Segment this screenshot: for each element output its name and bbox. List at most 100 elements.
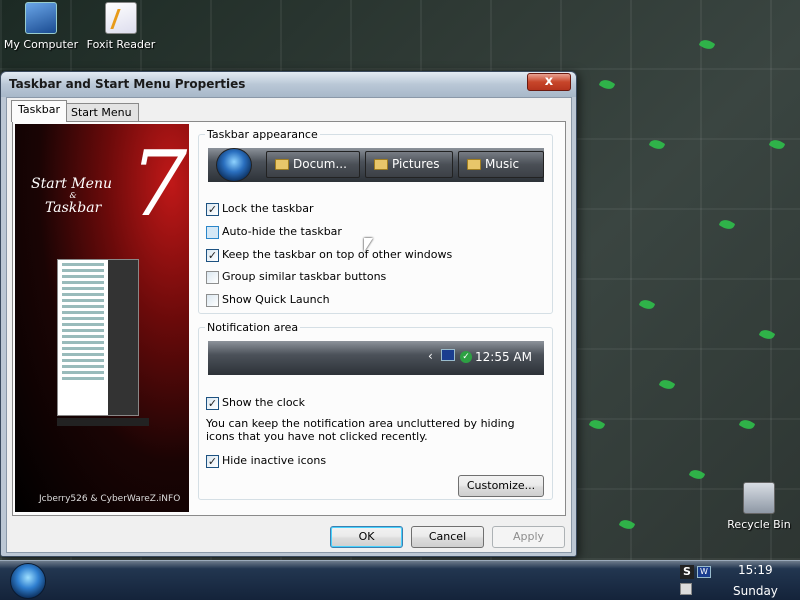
auto-hide-taskbar-option[interactable]: Auto-hide the taskbar [206, 224, 342, 240]
hide-inactive-icons-option[interactable]: ✓ Hide inactive icons [206, 453, 326, 469]
recycle-bin-icon [743, 482, 775, 514]
preview-menu-row [62, 377, 104, 380]
close-button[interactable]: x [527, 73, 571, 91]
ok-button[interactable]: OK [330, 526, 403, 548]
preview-start-menu [57, 259, 139, 416]
show-quick-launch-option[interactable]: Show Quick Launch [206, 292, 330, 308]
preview-title: Start Menu & Taskbar [31, 176, 115, 216]
keep-on-top-option[interactable]: ✓ Keep the taskbar on top of other window… [206, 247, 452, 263]
auto-hide-taskbar-checkbox[interactable] [206, 225, 219, 239]
lock-taskbar-option[interactable]: ✓ Lock the taskbar [206, 201, 314, 217]
show-clock-label: Show the clock [222, 396, 305, 409]
apply-button[interactable]: Apply [492, 526, 565, 548]
desktop-icon-label: Recycle Bin [727, 518, 791, 531]
desktop-icon-my-computer[interactable]: My Computer [0, 2, 82, 51]
windows-taskbar: S W 15:19 Sunday [0, 560, 800, 600]
preview-menu-row [62, 287, 104, 290]
desktop-icon-foxit-reader[interactable]: Foxit Reader [80, 2, 162, 51]
preview-taskbar-button-label: Pictures [392, 157, 440, 171]
tab-taskbar[interactable]: Taskbar [11, 100, 67, 122]
customize-button[interactable]: Customize... [458, 475, 544, 497]
foxit-reader-icon [105, 2, 137, 34]
preview-seven: 7 [130, 132, 188, 237]
start-button[interactable] [10, 563, 46, 599]
group-buttons-checkbox[interactable] [206, 270, 219, 284]
preview-menu-row [62, 347, 104, 350]
preview-menu-row [62, 359, 104, 362]
lock-taskbar-checkbox[interactable]: ✓ [206, 202, 219, 216]
show-quick-launch-label: Show Quick Launch [222, 293, 330, 306]
clock-time[interactable]: 15:19 [738, 563, 773, 577]
show-clock-checkbox[interactable]: ✓ [206, 396, 219, 410]
tray-volume-icon[interactable] [680, 583, 692, 595]
network-monitor-icon [441, 349, 455, 361]
security-check-icon: ✓ [460, 351, 472, 363]
notification-area-group: Notification area ‹ ✓ 12:55 AM ✓ Show the… [198, 321, 553, 500]
preview-menu-row [62, 317, 104, 320]
desktop-icon-label: Foxit Reader [86, 38, 156, 51]
preview-menu-row [62, 281, 104, 284]
tray-app-icon[interactable]: S [680, 565, 694, 579]
desktop-icon-recycle-bin[interactable]: Recycle Bin [718, 482, 800, 531]
preview-taskbar-button: Music [458, 151, 544, 178]
show-clock-option[interactable]: ✓ Show the clock [206, 395, 305, 411]
preview-title-line2: Taskbar [45, 200, 102, 216]
title-bar[interactable]: Taskbar and Start Menu Properties x [1, 72, 576, 97]
desktop-icon-label: My Computer [3, 38, 79, 51]
taskbar-appearance-preview: Docum... Pictures Music [208, 148, 544, 182]
preview-title-amp: & [69, 191, 77, 200]
preview-taskbar-button: Docum... [266, 151, 360, 178]
preview-taskbar-button: Pictures [365, 151, 453, 178]
preview-menu-row [62, 365, 104, 368]
preview-clock-time: 12:55 AM [475, 350, 532, 364]
group-buttons-option[interactable]: Group similar taskbar buttons [206, 269, 386, 285]
dialog-client-area: Taskbar Start Menu 7 Start Menu & Taskba… [6, 97, 572, 553]
tab-start-menu[interactable]: Start Menu [64, 103, 139, 123]
preview-start-menu-right-pane [108, 260, 138, 415]
dialog-title: Taskbar and Start Menu Properties [9, 77, 246, 91]
preview-menu-row [62, 305, 104, 308]
notification-area-label: Notification area [205, 321, 301, 334]
preview-menu-row [62, 269, 104, 272]
taskbar-tab-panel: 7 Start Menu & Taskbar Jcberry526 & Cybe… [12, 121, 566, 516]
lock-taskbar-label: Lock the taskbar [222, 202, 314, 215]
preview-menu-row [62, 311, 104, 314]
tray-network-icon[interactable]: W [697, 566, 711, 578]
preview-menu-row [62, 341, 104, 344]
hide-inactive-icons-checkbox[interactable]: ✓ [206, 454, 219, 468]
hide-inactive-icons-label: Hide inactive icons [222, 454, 327, 467]
preview-menu-row [62, 275, 104, 278]
preview-menu-row [62, 299, 104, 302]
folder-icon [374, 159, 388, 170]
keep-on-top-checkbox[interactable]: ✓ [206, 248, 219, 262]
preview-title-line1: Start Menu [31, 176, 112, 192]
folder-icon [467, 159, 481, 170]
taskbar-properties-dialog: Taskbar and Start Menu Properties x Task… [0, 71, 577, 557]
preview-credit: Jcberry526 & CyberWareZ.iNFO [39, 494, 181, 504]
preview-taskbar-button-label: Docum... [293, 157, 347, 171]
preview-menu-row [62, 353, 104, 356]
preview-menu-row [62, 293, 104, 296]
keep-on-top-label: Keep the taskbar on top of other windows [222, 248, 453, 261]
show-quick-launch-checkbox[interactable] [206, 293, 219, 307]
taskbar-appearance-label: Taskbar appearance [205, 128, 320, 141]
my-computer-icon [25, 2, 57, 34]
auto-hide-taskbar-label: Auto-hide the taskbar [222, 225, 342, 238]
preview-menu-row [62, 323, 104, 326]
folder-icon [275, 159, 289, 170]
preview-menu-row [62, 335, 104, 338]
preview-menu-row [62, 371, 104, 374]
preview-taskbar-strip [57, 418, 149, 426]
cancel-button[interactable]: Cancel [411, 526, 484, 548]
clock-day[interactable]: Sunday [733, 584, 778, 598]
preview-menu-row [62, 329, 104, 332]
notification-area-preview: ‹ ✓ 12:55 AM [208, 341, 544, 375]
expand-arrow-icon: ‹ [428, 349, 433, 363]
notification-note: You can keep the notification area unclu… [206, 417, 515, 443]
preview-menu-row [62, 263, 104, 266]
taskbar-appearance-group: Taskbar appearance Docum... Pictures Mus… [198, 128, 553, 314]
group-buttons-label: Group similar taskbar buttons [222, 270, 387, 283]
start-menu-preview-image: 7 Start Menu & Taskbar Jcberry526 & Cybe… [15, 124, 189, 512]
start-orb-preview-icon [216, 148, 252, 182]
preview-taskbar-button-label: Music [485, 157, 520, 171]
